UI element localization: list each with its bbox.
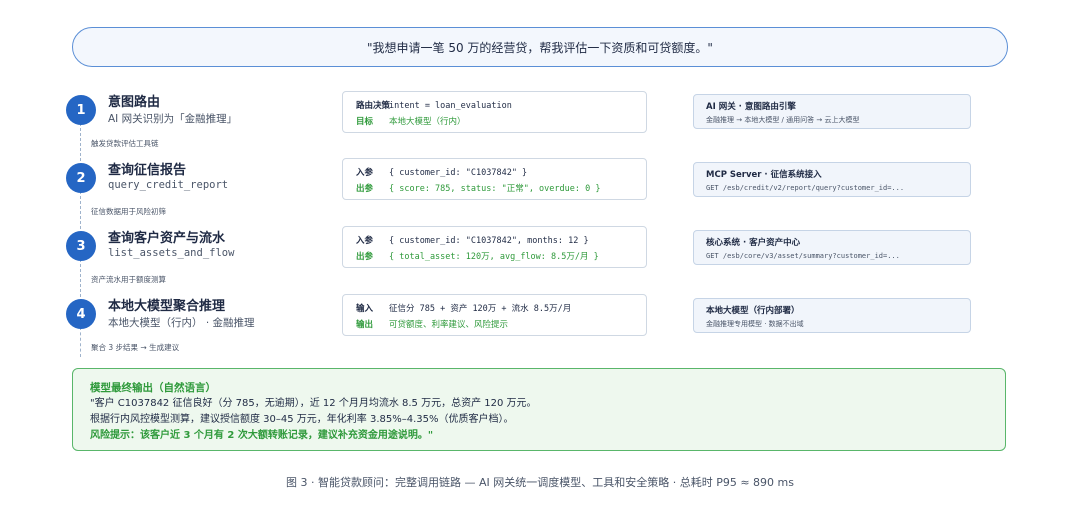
user-prompt-box: "我想申请一笔 50 万的经营贷，帮我评估一下资质和可贷额度。"	[72, 27, 1008, 67]
connector-line-4	[80, 327, 81, 357]
connector-line-1	[80, 123, 81, 161]
detail-label: 入参	[356, 236, 374, 246]
final-output-risk-line: 风险提示：该客户近 3 个月有 2 次大额转账记录，建议补充资金用途说明。"	[90, 430, 434, 441]
final-output-box: 模型最终输出（自然语言） "客户 C1037842 征信良好（分 785，无逾期…	[72, 368, 1006, 451]
detail-label: 输入	[356, 304, 374, 314]
step-3-detail-card: 入参 { customer_id: "C1037842", months: 12 …	[342, 226, 647, 268]
detail-label: 目标	[356, 117, 374, 127]
final-output-title: 模型最终输出（自然语言）	[90, 382, 216, 394]
detail-label: 路由决策	[356, 101, 391, 111]
final-output-line-2: 根据行内风控模型测算，建议授信额度 30–45 万元，年化利率 3.85%–4.…	[90, 414, 514, 425]
step-number-1: 1	[66, 95, 96, 125]
step-3-system-card: 核心系统 · 客户资产中心 GET /esb/core/v3/asset/sum…	[693, 230, 971, 265]
connector-line-3	[80, 259, 81, 297]
step-title-4: 本地大模型聚合推理	[108, 299, 226, 314]
step-4-system-card: 本地大模型（行内部署） 金融推理专用模型 · 数据不出域	[693, 298, 971, 333]
detail-value: { customer_id: "C1037842", months: 12 }	[389, 236, 589, 246]
step-4-detail-card: 输入 征信分 785 + 资产 120万 + 流水 8.5万/月 输出 可贷额度、利…	[342, 294, 647, 336]
step-number-4: 4	[66, 299, 96, 329]
system-subtitle: 金融推理 → 本地大模型 / 通用问答 → 云上大模型	[706, 116, 860, 124]
system-subtitle: GET /esb/core/v3/asset/summary?customer_…	[706, 252, 900, 260]
system-subtitle: GET /esb/credit/v2/report/query?customer…	[706, 184, 905, 192]
step-note-1: 触发贷款评估工具链	[91, 139, 159, 148]
final-output-line-1: "客户 C1037842 征信良好（分 785，无逾期），近 12 个月月均流水…	[90, 398, 537, 409]
connector-line-2	[80, 191, 81, 229]
detail-value: 征信分 785 + 资产 120万 + 流水 8.5万/月	[389, 304, 572, 314]
step-title-2: 查询征信报告	[108, 163, 187, 178]
system-title: 核心系统 · 客户资产中心	[706, 238, 801, 248]
detail-value: 可贷额度、利率建议、风险提示	[389, 320, 509, 330]
step-title-3: 查询客户资产与流水	[108, 231, 226, 246]
step-number-2: 2	[66, 163, 96, 193]
detail-label: 入参	[356, 168, 374, 178]
detail-label: 输出	[356, 320, 374, 330]
step-subtitle-4: 本地大模型（行内） · 金融推理	[108, 317, 255, 329]
user-prompt-text: "我想申请一笔 50 万的经营贷，帮我评估一下资质和可贷额度。"	[367, 40, 713, 55]
step-number-3: 3	[66, 231, 96, 261]
detail-value: { total_asset: 120万, avg_flow: 8.5万/月 }	[389, 252, 599, 262]
detail-label: 出参	[356, 252, 374, 262]
step-subtitle-2: query_credit_report	[108, 179, 229, 191]
figure-caption: 图 3 · 智能贷款顾问：完整调用链路 — AI 网关统一调度模型、工具和安全策…	[285, 476, 794, 489]
detail-value: 本地大模型（行内）	[389, 117, 466, 127]
system-title: 本地大模型（行内部署）	[706, 306, 800, 316]
step-2-detail-card: 入参 { customer_id: "C1037842" } 出参 { score:…	[342, 158, 647, 200]
detail-label: 出参	[356, 184, 374, 194]
step-subtitle-1: AI 网关识别为「金融推理」	[108, 113, 238, 125]
detail-value: intent = loan_evaluation	[389, 101, 512, 111]
system-title: AI 网关 · 意图路由引擎	[706, 102, 796, 112]
detail-value: { score: 785, status: "正常", overdue: 0 }	[389, 184, 601, 194]
step-1-detail-card: 路由决策intent = loan_evaluation 目标 本地大模型（行内）	[342, 91, 647, 133]
step-note-4: 聚合 3 步结果 → 生成建议	[91, 343, 180, 352]
detail-value: { customer_id: "C1037842" }	[389, 168, 528, 178]
step-subtitle-3: list_assets_and_flow	[108, 247, 235, 259]
step-note-2: 征信数据用于风险初筛	[91, 207, 166, 216]
step-title-1: 意图路由	[108, 95, 161, 110]
system-title: MCP Server · 征信系统接入	[706, 170, 822, 180]
system-subtitle: 金融推理专用模型 · 数据不出域	[706, 320, 804, 328]
step-note-3: 资产流水用于额度测算	[91, 275, 166, 284]
step-2-system-card: MCP Server · 征信系统接入 GET /esb/credit/v2/r…	[693, 162, 971, 197]
step-1-system-card: AI 网关 · 意图路由引擎 金融推理 → 本地大模型 / 通用问答 → 云上大…	[693, 94, 971, 129]
